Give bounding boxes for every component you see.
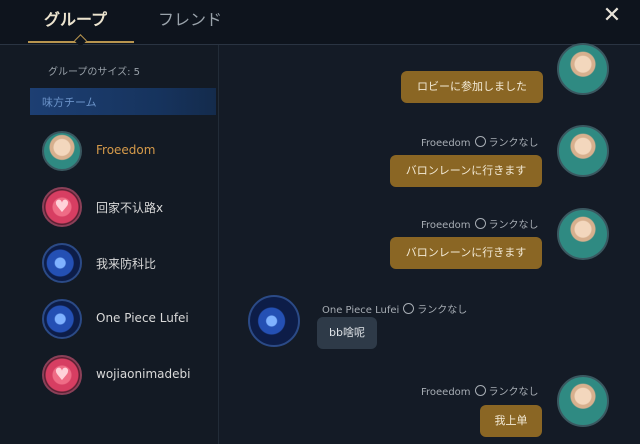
message-meta: Froeedom ランクなし [421,134,539,149]
member-5[interactable]: ♥ wojiaonimadebi [42,353,218,397]
message-meta: Froeedom ランクなし [421,216,539,231]
member-3[interactable]: 我来防科比 [42,241,218,285]
rank-icon [474,385,486,396]
message-meta: One Piece Lufei ランクなし [322,301,467,316]
heart-avatar-icon: ♥ [42,355,82,395]
close-icon[interactable]: ✕ [600,4,624,28]
rank-text: ランクなし [488,138,539,149]
chat-message-bubble: 我上单 [480,405,542,437]
member-name: 回家不认路x [96,201,164,215]
sender-name: Froeedom [421,387,471,398]
member-froeedom[interactable]: Froeedom [42,129,218,173]
poro-avatar-icon [557,43,609,95]
rank-text: ランクなし [488,387,539,398]
tab-friends[interactable]: フレンド [158,6,222,30]
blue-character-avatar-icon [42,243,82,283]
member-name: 我来防科比 [96,257,157,271]
heart-avatar-icon: ♥ [42,187,82,227]
chat-message-bubble: バロンレーンに行きます [390,155,542,187]
poro-avatar-icon [42,131,82,171]
member-4[interactable]: One Piece Lufei [42,297,218,341]
chat-message-bubble: ロビーに参加しました [401,71,543,103]
poro-avatar-icon [557,208,609,260]
member-name: wojiaonimadebi [96,367,191,381]
chat-message-bubble: バロンレーンに行きます [390,237,542,269]
team-label: 味方チーム [42,96,97,109]
rank-icon [474,136,486,147]
chat-message-bubble: bb啥呢 [317,317,377,349]
chat-panel: ロビーに参加しました Froeedom ランクなし バロンレーンに行きます Fro… [219,43,640,444]
sender-name: Froeedom [421,220,471,231]
rank-text: ランクなし [417,305,468,316]
sender-name: Froeedom [421,138,471,149]
rank-icon [403,303,415,314]
sender-name: One Piece Lufei [322,305,400,316]
poro-avatar-icon [557,125,609,177]
rank-icon [474,218,486,229]
team-header: 味方チーム [30,88,216,115]
group-size-label: グループのサイズ: 5 [48,67,141,78]
blue-character-avatar-icon [42,299,82,339]
tab-group[interactable]: グループ [44,6,107,30]
top-bar: グループ フレンド ✕ [0,0,640,47]
member-2[interactable]: ♥ 回家不认路x [42,185,218,229]
poro-avatar-icon [557,375,609,427]
member-name: Froeedom [96,143,156,157]
rank-text: ランクなし [488,220,539,231]
member-name: One Piece Lufei [96,311,189,325]
message-meta: Froeedom ランクなし [421,383,539,398]
blue-character-avatar-icon [248,295,300,347]
group-sidebar: グループのサイズ: 5 味方チーム Froeedom ♥ 回家不认路x 我来防科… [0,45,219,444]
